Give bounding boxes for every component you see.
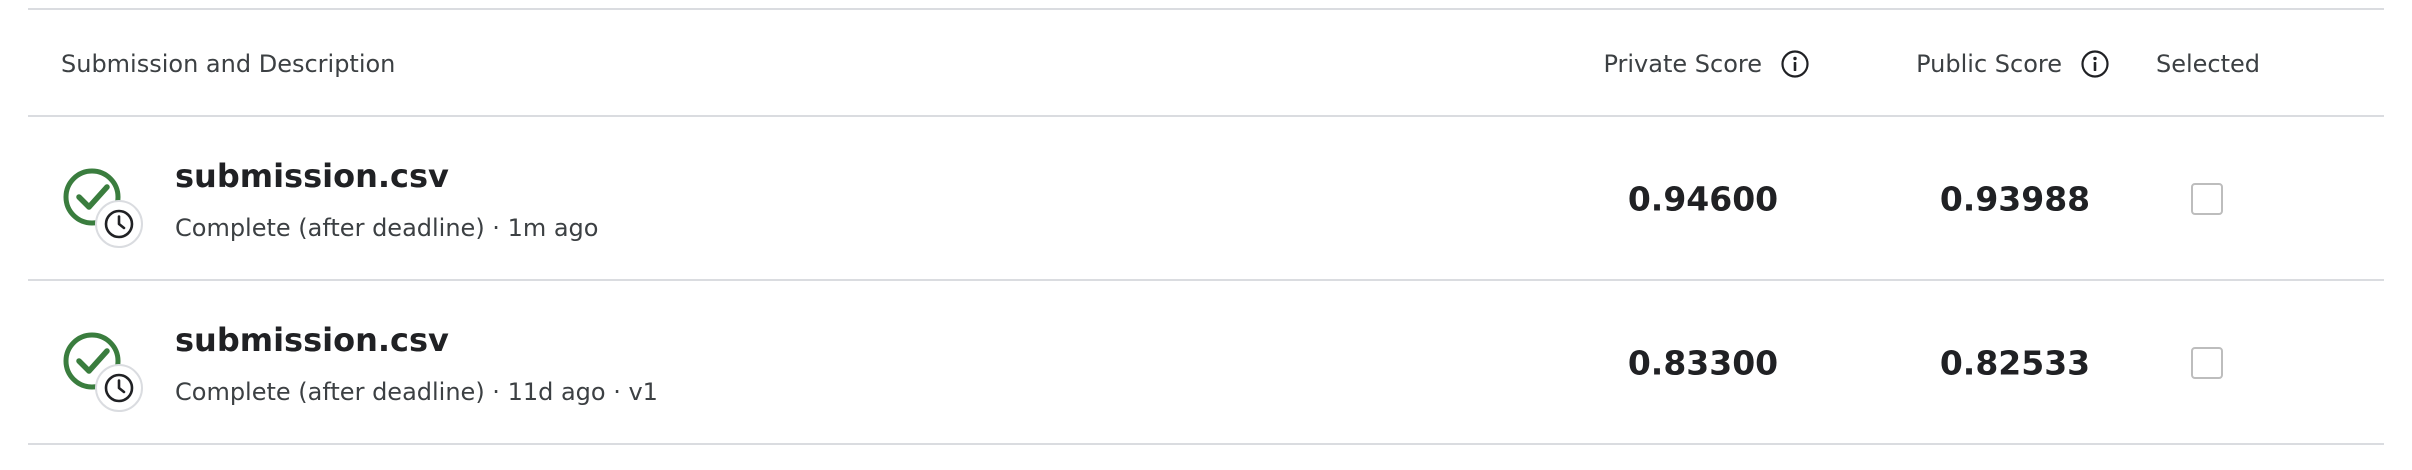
public-score-info-icon[interactable] [2080, 49, 2110, 79]
header-selected-label: Selected [2155, 50, 2261, 78]
public-score-value: 0.93988 [1939, 179, 2091, 219]
public-score-value: 0.82533 [1939, 343, 2091, 383]
table-row[interactable]: submission.csv Complete (after deadline)… [28, 117, 2384, 281]
private-score-value: 0.83300 [1627, 343, 1779, 383]
header-public-score: Public Score [1916, 49, 2110, 79]
submission-status: Complete (after deadline) · 11d ago · v1 [175, 378, 658, 406]
selected-checkbox[interactable] [2191, 183, 2223, 215]
header-private-score-label: Private Score [1603, 50, 1762, 78]
submission-file-name[interactable]: submission.csv [175, 157, 449, 195]
header-submission-description-label: Submission and Description [61, 50, 396, 78]
header-private-score: Private Score [1603, 49, 1810, 79]
table-row[interactable]: submission.csv Complete (after deadline)… [28, 281, 2384, 445]
selected-checkbox[interactable] [2191, 347, 2223, 379]
submission-status: Complete (after deadline) · 1m ago [175, 214, 599, 242]
header-selected: Selected [2156, 50, 2260, 78]
table-header: Submission and Description Private Score… [28, 10, 2384, 117]
private-score-value: 0.94600 [1627, 179, 1779, 219]
check-clock-icon [62, 331, 146, 415]
check-clock-icon [62, 167, 146, 251]
header-public-score-label: Public Score [1916, 50, 2062, 78]
private-score-info-icon[interactable] [1780, 49, 1810, 79]
submissions-table: Submission and Description Private Score… [28, 8, 2384, 445]
submission-file-name[interactable]: submission.csv [175, 321, 449, 359]
header-submission-description: Submission and Description [61, 50, 395, 78]
